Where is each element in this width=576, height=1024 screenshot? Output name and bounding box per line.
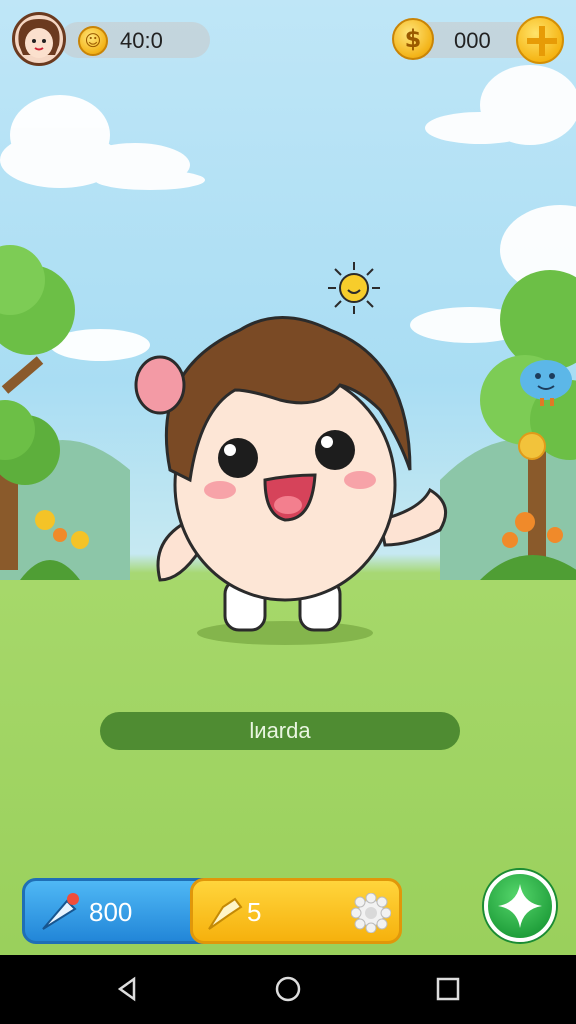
system-navigation-bar: [0, 955, 576, 1024]
character-mascot[interactable]: [130, 290, 460, 650]
add-currency-button[interactable]: [516, 16, 564, 64]
blue-bird-icon[interactable]: [518, 356, 574, 406]
yellow-button-value: 5: [247, 897, 262, 927]
gear-icon[interactable]: [351, 893, 391, 933]
right-currency-value: 000: [454, 28, 491, 53]
rocket-icon: [42, 893, 79, 930]
recent-square-icon[interactable]: [432, 973, 464, 1005]
player-avatar[interactable]: [12, 12, 66, 66]
tree-left: [0, 245, 89, 580]
tree-right: [480, 270, 576, 580]
yellow-action-button[interactable]: 5: [190, 878, 402, 944]
back-triangle-icon[interactable]: [112, 973, 144, 1005]
green-sparkle-button[interactable]: [484, 870, 556, 942]
hammer-icon: [208, 897, 243, 930]
blue-button-value: 800: [89, 897, 133, 927]
smiley-coin-icon: ☺: [78, 26, 108, 56]
avatar-face-icon: [18, 19, 60, 58]
sparkle-icon: [498, 884, 542, 928]
dollar-coin-icon: $: [392, 18, 434, 60]
character-name-bar: lиarda: [100, 712, 460, 750]
left-currency-value: 40:0: [120, 28, 163, 53]
home-circle-icon[interactable]: [272, 973, 304, 1005]
game-scene: ☺ 40:0 $ 000 lиarda 800 5: [0, 0, 576, 955]
character-name: lиarda: [249, 718, 311, 743]
